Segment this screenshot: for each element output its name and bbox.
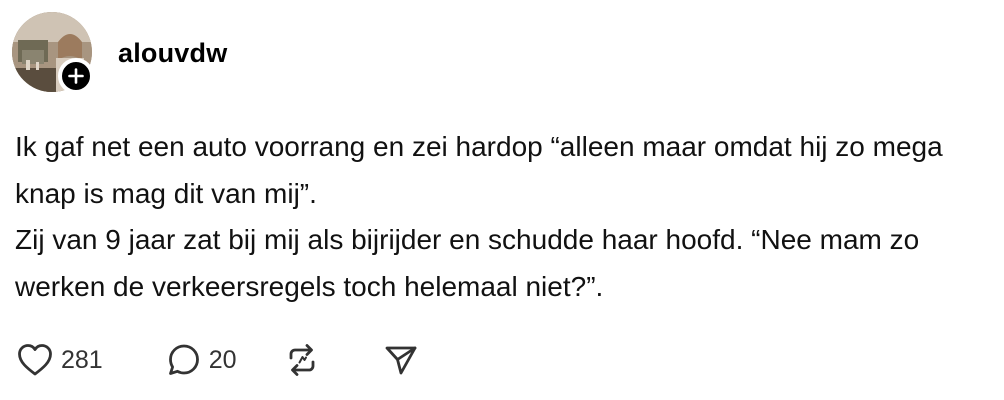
post-text: Ik gaf net een auto voorrang en zei hard… (15, 124, 985, 310)
comment-bubble-icon (168, 344, 199, 375)
share-button[interactable] (384, 343, 418, 377)
reply-button[interactable]: 20 (167, 343, 237, 377)
post-text-paragraph: Ik gaf net een auto voorrang en zei hard… (15, 131, 943, 209)
repost-icon (289, 344, 314, 376)
action-bar: 281 20 (17, 340, 418, 380)
reply-count: 20 (208, 345, 237, 374)
username[interactable]: alouvdw (118, 36, 227, 70)
post-card: alouvdw Ik gaf net een auto voorrang en … (0, 0, 1004, 400)
like-button[interactable]: 281 (17, 343, 103, 377)
like-count: 281 (61, 345, 103, 374)
avatar-container[interactable] (12, 12, 94, 94)
repost-button[interactable] (287, 343, 317, 377)
send-icon (385, 346, 416, 375)
follow-button[interactable] (58, 58, 94, 94)
post-text-paragraph: Zij van 9 jaar zat bij mij als bijrijder… (15, 224, 920, 302)
heart-icon (18, 344, 52, 376)
plus-icon (68, 68, 84, 84)
